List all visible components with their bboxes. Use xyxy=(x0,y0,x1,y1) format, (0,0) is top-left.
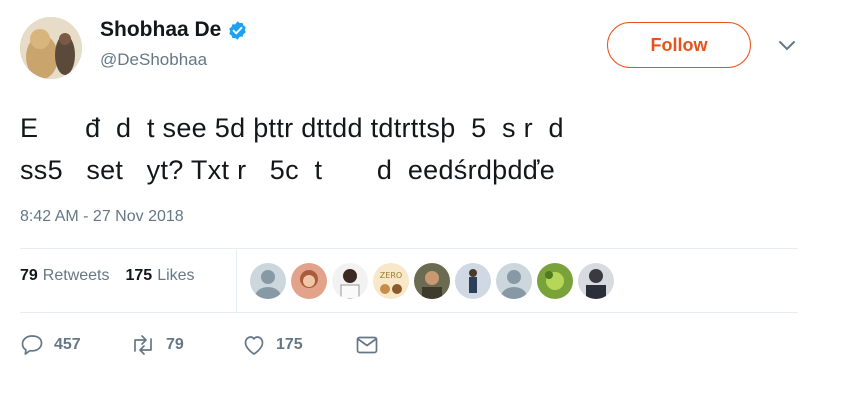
liker-avatar[interactable] xyxy=(455,263,491,299)
likes-count: 175 xyxy=(125,267,153,284)
likes-label: Likes xyxy=(157,267,195,284)
liker-avatar[interactable] xyxy=(578,263,614,299)
envelope-icon xyxy=(356,336,378,354)
reply-icon xyxy=(21,335,43,355)
direct-message-button[interactable] xyxy=(356,336,378,354)
liker-avatars: ZERO xyxy=(250,263,614,299)
like-count: 175 xyxy=(276,336,303,353)
author-avatar[interactable] xyxy=(20,17,82,79)
tweet-timestamp[interactable]: 8:42 AM - 27 Nov 2018 xyxy=(20,208,184,226)
retweet-count: 79 xyxy=(166,336,184,353)
author-handle[interactable]: @DeShobhaa xyxy=(100,50,248,70)
tweet-actions: 457 79 175 xyxy=(20,334,378,356)
retweets-label: Retweets xyxy=(42,267,110,284)
author-display-name[interactable]: Shobhaa De xyxy=(100,18,221,42)
verified-badge-icon xyxy=(229,20,247,40)
liker-avatar[interactable] xyxy=(332,263,368,299)
liker-avatar[interactable] xyxy=(414,263,450,299)
liker-avatar[interactable] xyxy=(250,263,286,299)
divider xyxy=(20,312,798,313)
svg-text:ZERO: ZERO xyxy=(380,271,402,280)
retweet-icon xyxy=(134,335,152,355)
divider xyxy=(20,248,798,249)
reply-count: 457 xyxy=(54,336,81,353)
retweets-count: 79 xyxy=(20,267,38,284)
reply-button[interactable]: 457 xyxy=(20,334,130,356)
retweet-button[interactable]: 79 xyxy=(130,334,242,356)
stats-separator xyxy=(236,250,237,312)
liker-avatar[interactable]: ZERO xyxy=(373,263,409,299)
retweets-stat[interactable]: 79 Retweets xyxy=(20,267,110,285)
heart-icon xyxy=(244,336,264,355)
likes-stat[interactable]: 175 Likes xyxy=(126,267,195,285)
liker-avatar[interactable] xyxy=(291,263,327,299)
chevron-down-icon[interactable] xyxy=(778,40,796,52)
tweet-text: E đ d t see 5d þttr dttdd tdtrttsþ 5 s r… xyxy=(20,113,564,185)
engagement-stats: 79 Retweets 175 Likes xyxy=(20,267,195,285)
follow-button[interactable]: Follow xyxy=(607,22,751,68)
liker-avatar[interactable] xyxy=(496,263,532,299)
liker-avatar[interactable] xyxy=(537,263,573,299)
like-button[interactable]: 175 xyxy=(242,334,356,356)
